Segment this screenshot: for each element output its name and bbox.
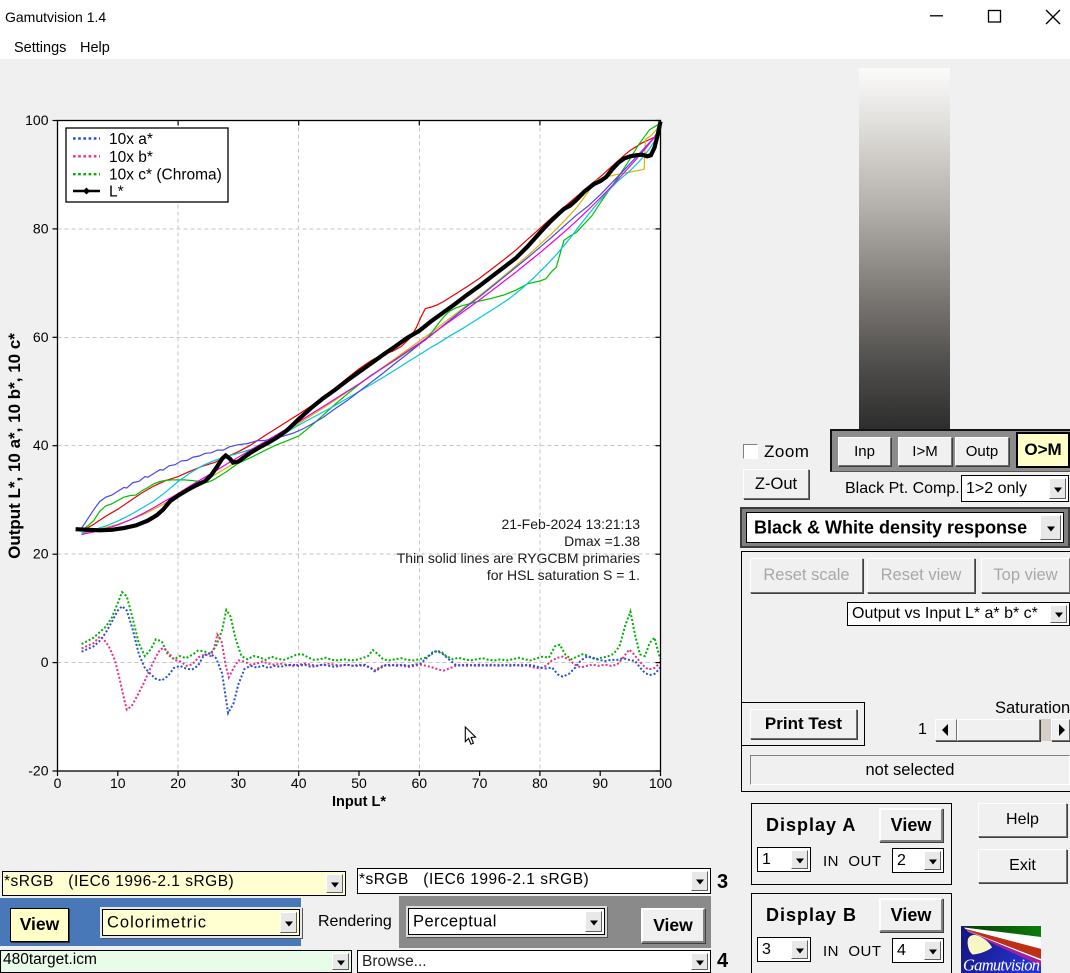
svg-text:80: 80 (33, 220, 49, 236)
svg-text:100: 100 (25, 112, 49, 128)
svg-text:40: 40 (291, 775, 307, 791)
svg-text:-20: -20 (28, 763, 48, 779)
svg-text:10x a*: 10x a* (109, 131, 153, 148)
svg-text:0: 0 (54, 775, 62, 791)
svg-text:60: 60 (33, 329, 49, 345)
svg-text:Gamutvision: Gamutvision (963, 956, 1040, 973)
svg-text:20: 20 (33, 546, 49, 562)
svg-text:100: 100 (649, 775, 673, 791)
svg-text:0: 0 (41, 654, 49, 670)
svg-text:70: 70 (472, 775, 488, 791)
svg-text:Output L*, 10 a*, 10 b*, 10 c*: Output L*, 10 a*, 10 b*, 10 c* (5, 333, 24, 559)
svg-text:10x b*: 10x b* (109, 149, 153, 166)
svg-text:21-Feb-2024 13:21:13: 21-Feb-2024 13:21:13 (501, 516, 640, 532)
svg-text:80: 80 (532, 775, 548, 791)
svg-text:50: 50 (351, 775, 367, 791)
svg-text:60: 60 (412, 775, 428, 791)
svg-text:30: 30 (231, 775, 247, 791)
svg-text:10x c* (Chroma): 10x c* (Chroma) (109, 167, 222, 184)
svg-text:10: 10 (110, 775, 126, 791)
svg-text:for HSL saturation S = 1.: for HSL saturation S = 1. (487, 567, 640, 583)
svg-text:40: 40 (33, 437, 49, 453)
svg-text:Input L*: Input L* (332, 794, 386, 810)
svg-text:20: 20 (170, 775, 186, 791)
svg-text:90: 90 (592, 775, 608, 791)
svg-text:L*: L* (109, 184, 124, 201)
svg-text:Thin solid lines are RYGCBM pr: Thin solid lines are RYGCBM primaries (397, 550, 640, 566)
svg-text:Dmax =1.38: Dmax =1.38 (564, 533, 640, 549)
